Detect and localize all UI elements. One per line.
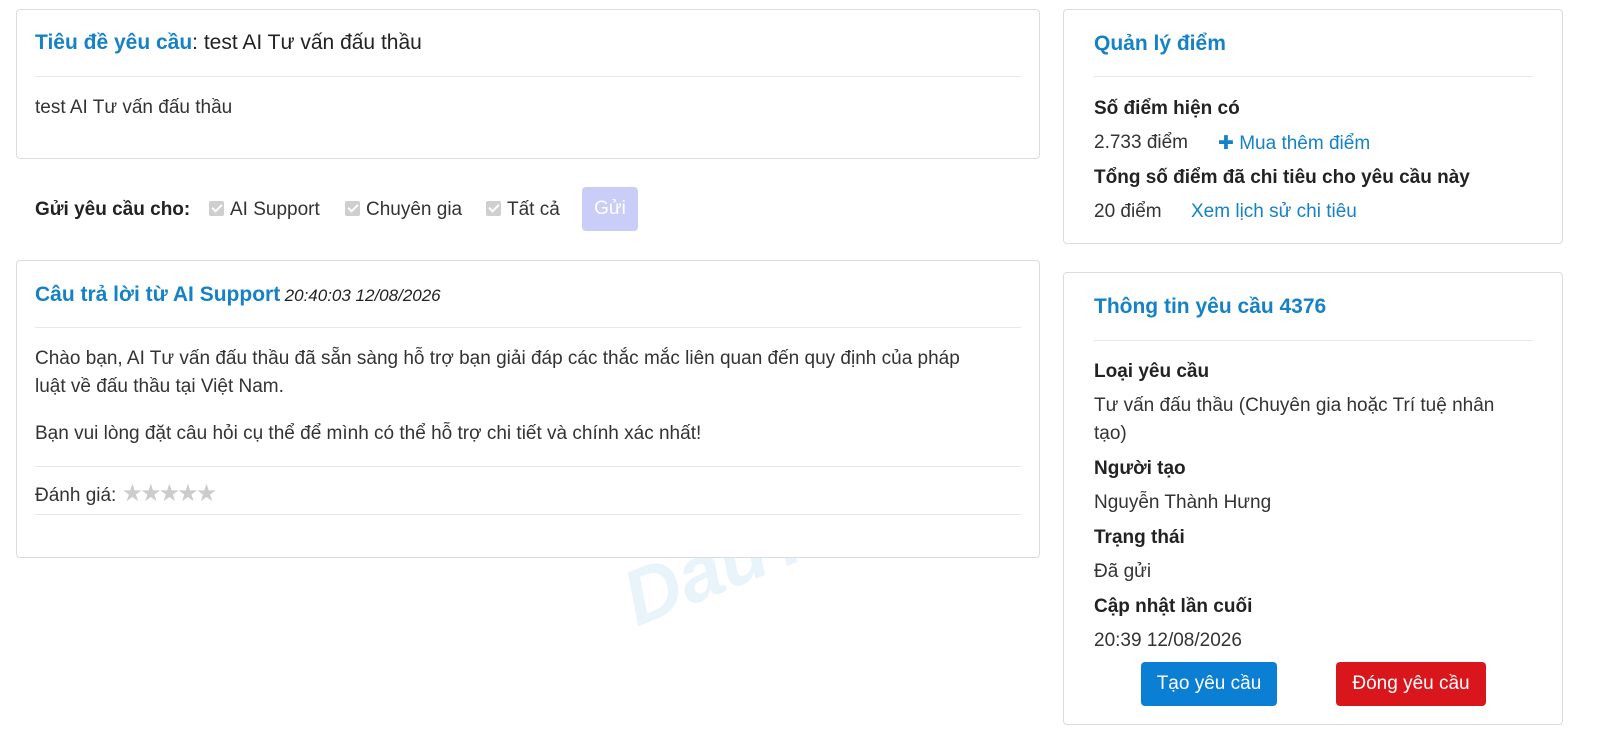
answer-paragraph-2: Bạn vui lòng đặt câu hỏi cụ thể để mình … [35, 423, 702, 444]
answer-heading: Câu trả lời từ AI Support [35, 283, 281, 306]
star-icon[interactable]: ★ [196, 480, 217, 507]
request-info-panel: Thông tin yêu cầu 4376 Loại yêu cầu Tư v… [1063, 272, 1563, 725]
request-body: test AI Tư vấn đấu thầu [35, 97, 233, 118]
star-icon[interactable]: ★ [177, 480, 198, 507]
answer-paragraph-1-line-1: Chào bạn, AI Tư vấn đấu thầu đã sẵn sàng… [35, 348, 960, 369]
option-label: AI Support [230, 199, 320, 220]
answer-timestamp: 20:40:03 12/08/2026 [284, 286, 441, 305]
spent-points-value: 20 điểm [1094, 201, 1162, 222]
option-expert[interactable]: Chuyên gia [345, 199, 462, 221]
request-type-label: Loại yêu cầu [1094, 361, 1210, 382]
request-title-panel: Tiêu đề yêu cầu: test AI Tư vấn đấu thầu… [16, 9, 1040, 159]
creator-label: Người tạo [1094, 458, 1186, 479]
answer-panel: Câu trả lời từ AI Support 20:40:03 12/08… [16, 260, 1040, 558]
star-icon[interactable]: ★ [140, 480, 161, 507]
last-updated-label: Cập nhật lần cuối [1094, 596, 1253, 617]
close-request-button[interactable]: Đóng yêu cầu [1336, 662, 1486, 706]
option-ai-support[interactable]: AI Support [209, 199, 320, 221]
last-updated-value: 20:39 12/08/2026 [1094, 630, 1242, 651]
star-icon[interactable]: ★ [159, 480, 180, 507]
answer-header: Câu trả lời từ AI Support 20:40:03 12/08… [35, 283, 441, 307]
send-to-label: Gửi yêu cầu cho: [35, 199, 191, 220]
status-value: Đã gửi [1094, 561, 1152, 582]
create-request-button[interactable]: Tạo yêu cầu [1141, 662, 1277, 706]
request-title: Tiêu đề yêu cầu: test AI Tư vấn đấu thầu [35, 31, 422, 55]
buy-points-link[interactable]: ✚ Mua thêm điểm [1218, 132, 1370, 155]
info-heading: Thông tin yêu cầu 4376 [1094, 295, 1327, 318]
divider [35, 466, 1021, 467]
request-title-label: Tiêu đề yêu cầu [35, 31, 193, 54]
checkbox-icon[interactable] [345, 201, 360, 216]
rating-row: Đánh giá: ★★★★★ [35, 479, 218, 508]
points-heading: Quản lý điểm [1094, 32, 1226, 55]
current-points-value: 2.733 điểm [1094, 132, 1189, 153]
request-type-value-line-2: tạo) [1094, 423, 1127, 444]
option-label: Chuyên gia [366, 199, 463, 220]
rating-label: Đánh giá: [35, 485, 117, 506]
star-icon[interactable]: ★ [122, 480, 143, 507]
option-label: Tất cả [507, 199, 560, 220]
spent-points-label: Tổng số điểm đã chi tiêu cho yêu cầu này [1094, 167, 1470, 188]
option-all[interactable]: Tất cả [486, 199, 560, 221]
divider [1094, 76, 1532, 77]
divider [1094, 340, 1532, 341]
request-type-value-line-1: Tư vấn đấu thầu (Chuyên gia hoặc Trí tuệ… [1094, 395, 1495, 416]
creator-value: Nguyễn Thành Hưng [1094, 492, 1272, 513]
rating-stars[interactable]: ★★★★★ [122, 480, 218, 507]
checkbox-icon[interactable] [486, 201, 501, 216]
divider [35, 327, 1021, 328]
plus-icon: ✚ [1218, 133, 1234, 154]
status-label: Trạng thái [1094, 527, 1185, 548]
spend-history-link[interactable]: Xem lịch sử chi tiêu [1191, 201, 1357, 223]
checkbox-icon[interactable] [209, 201, 224, 216]
send-button[interactable]: Gửi [582, 187, 638, 231]
answer-paragraph-1-line-2: luật về đấu thầu tại Việt Nam. [35, 376, 284, 397]
divider [35, 76, 1021, 77]
divider [35, 514, 1021, 515]
current-points-label: Số điểm hiện có [1094, 98, 1240, 119]
request-title-value: : test AI Tư vấn đấu thầu [192, 31, 422, 54]
buy-points-label: Mua thêm điểm [1239, 133, 1371, 154]
points-panel: Quản lý điểm Số điểm hiện có 2.733 điểm … [1063, 9, 1563, 244]
